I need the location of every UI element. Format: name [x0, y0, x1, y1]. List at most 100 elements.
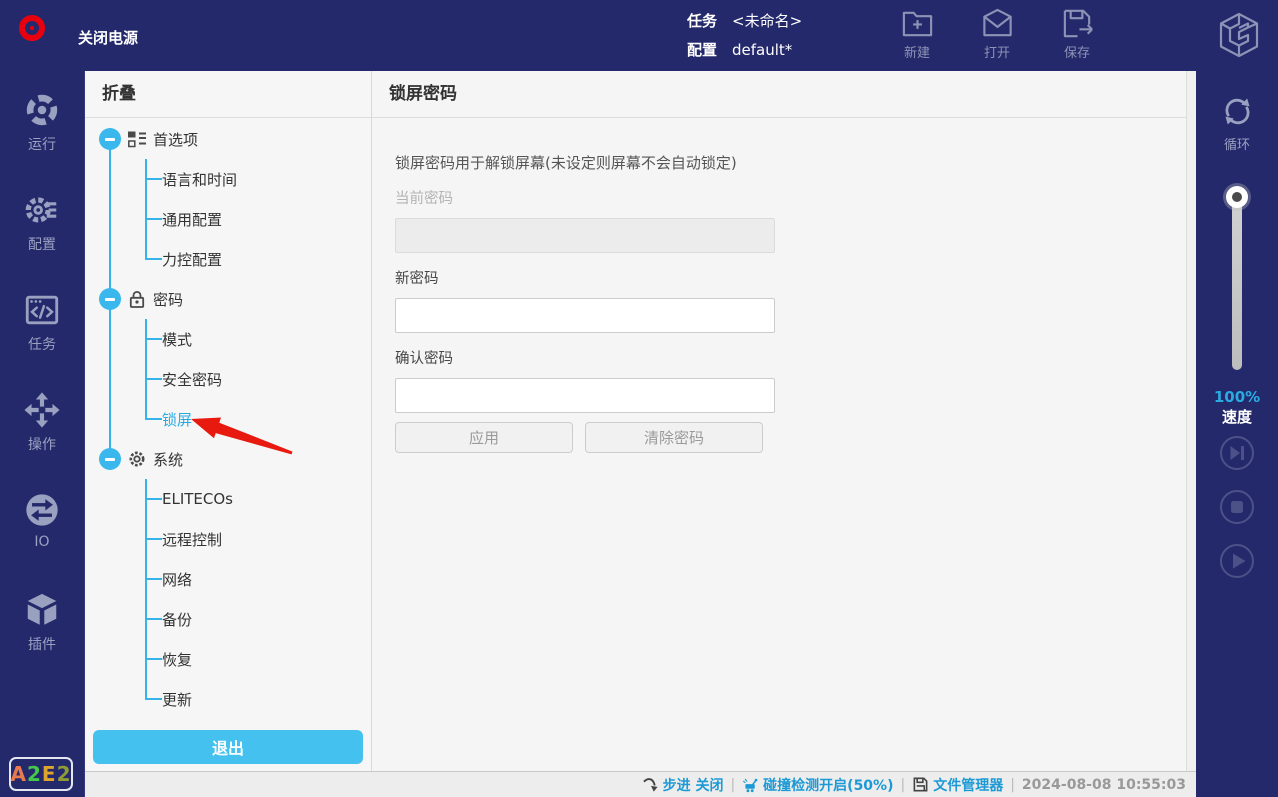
operate-icon	[0, 391, 84, 429]
tree-node-force-config[interactable]: 力控配置	[85, 239, 371, 279]
lock-screen-password-panel: 锁屏密码 锁屏密码用于解锁屏幕(未设定则屏幕不会自动锁定) 当前密码新密码确认密…	[372, 71, 1186, 771]
speed-slider-track[interactable]	[1232, 190, 1242, 370]
power-off-button[interactable]	[19, 15, 45, 41]
task-icon	[0, 291, 84, 329]
speed-slider-thumb[interactable]	[1226, 186, 1248, 208]
panel-body: 锁屏密码用于解锁屏幕(未设定则屏幕不会自动锁定) 当前密码新密码确认密码 应用 …	[372, 118, 1186, 453]
password-form: 当前密码新密码确认密码	[395, 187, 1186, 413]
step-forward-button[interactable]	[1219, 435, 1255, 471]
collision-detection-status[interactable]: 碰撞检测开启(50%)	[742, 775, 893, 795]
tree-node-language-time[interactable]: 语言和时间	[85, 159, 371, 199]
content-row: 折叠 首选项语言和时间通用配置力控配置密码模式安全密码锁屏系统ELITECOs远…	[85, 71, 1196, 771]
loop-icon	[1219, 93, 1256, 130]
status-separator: |	[1010, 777, 1015, 793]
sidebar-item-operate[interactable]: 操作	[0, 391, 84, 454]
clear-password-button[interactable]: 清除密码	[585, 422, 763, 453]
tree-node-update[interactable]: 更新	[85, 679, 371, 719]
play-icon	[1219, 543, 1255, 579]
open-file-icon	[966, 6, 1028, 41]
lock-icon	[127, 289, 147, 309]
open-button[interactable]: 打开	[966, 6, 1028, 61]
tree-node-lock-screen[interactable]: 锁屏	[85, 399, 371, 439]
form-buttons: 应用 清除密码	[395, 422, 1186, 453]
status-separator: |	[730, 777, 735, 793]
status-separator: |	[900, 777, 905, 793]
status-bar: 步进 关闭 | 碰撞检测开启(50%) |	[85, 771, 1196, 797]
power-off-label: 关闭电源	[78, 27, 138, 48]
tree-node-remote-control[interactable]: 远程控制	[85, 519, 371, 559]
io-icon	[0, 491, 84, 529]
sidebar-item-io[interactable]: IO	[0, 491, 84, 550]
tree-node-elitecos[interactable]: ELITECOs	[85, 479, 371, 519]
speed-percentage: 100%	[1196, 387, 1278, 407]
playback-controls	[1196, 435, 1278, 579]
new-password-label: 新密码	[395, 267, 1186, 288]
tree-node-system[interactable]: 系统	[85, 439, 371, 479]
collapse-toggle-icon[interactable]	[99, 128, 121, 150]
tree-node-password[interactable]: 密码	[85, 279, 371, 319]
collapse-toggle-icon[interactable]	[99, 288, 121, 310]
tree-node-restore[interactable]: 恢复	[85, 639, 371, 679]
vertical-scrollbar[interactable]	[1186, 71, 1196, 771]
sidebar-item-config[interactable]: 配置	[0, 191, 84, 254]
config-icon	[0, 191, 84, 229]
left-sidebar: 插件 IO 操作 任务 配置 运行 A2E2	[0, 71, 85, 797]
stop-button[interactable]	[1219, 489, 1255, 525]
loop-mode-button[interactable]: 循环	[1196, 93, 1278, 153]
speed-label: 速度	[1196, 407, 1278, 427]
task-value: <未命名>	[732, 12, 802, 30]
main-row: 插件 IO 操作 任务 配置 运行 A2E2 折叠 首选项语言和时间通用配置力控配置密码模…	[0, 71, 1278, 797]
tree-node-mode[interactable]: 模式	[85, 319, 371, 359]
exit-button[interactable]: 退出	[93, 730, 363, 764]
current-password-label: 当前密码	[395, 187, 1186, 208]
tree-node-preferences[interactable]: 首选项	[85, 119, 371, 159]
app-window: 关闭电源 任务<未命名> 配置default* 新建打开保存 插件IO操作任务配…	[0, 0, 1278, 797]
step-mode-status[interactable]: 步进 关闭	[642, 775, 724, 795]
config-value: default*	[732, 41, 792, 59]
collapse-toggle-icon[interactable]	[99, 448, 121, 470]
new-password-input[interactable]	[395, 298, 775, 333]
sidebar-item-run[interactable]: 运行	[0, 91, 84, 154]
tree-node-backup[interactable]: 备份	[85, 599, 371, 639]
collision-icon	[742, 776, 759, 793]
file-manager-icon	[912, 776, 929, 793]
preferences-icon	[127, 129, 147, 149]
right-sidebar: 循环 100% 速度	[1196, 71, 1278, 797]
sidebar-item-plugin[interactable]: 插件	[0, 591, 84, 654]
settings-tree: 首选项语言和时间通用配置力控配置密码模式安全密码锁屏系统ELITECOs远程控制…	[85, 119, 371, 719]
play-button[interactable]	[1219, 543, 1255, 579]
confirm-password-input[interactable]	[395, 378, 775, 413]
description-text: 锁屏密码用于解锁屏幕(未设定则屏幕不会自动锁定)	[395, 152, 1186, 173]
brand-logo-icon	[1213, 9, 1265, 61]
loop-label: 循环	[1196, 134, 1278, 153]
save-icon	[1046, 6, 1108, 41]
panel-title: 锁屏密码	[372, 71, 1186, 118]
task-row: 任务 <未命名>	[687, 7, 802, 36]
confirm-password-label: 确认密码	[395, 347, 1186, 368]
system-gear-icon	[127, 449, 147, 469]
step-icon	[642, 776, 659, 793]
settings-tree-panel: 折叠 首选项语言和时间通用配置力控配置密码模式安全密码锁屏系统ELITECOs远…	[85, 71, 372, 771]
tree-node-general-config[interactable]: 通用配置	[85, 199, 371, 239]
tree-node-network[interactable]: 网络	[85, 559, 371, 599]
task-label: 任务	[687, 12, 717, 30]
new-button[interactable]: 新建	[886, 6, 948, 61]
plugin-icon	[0, 591, 84, 629]
datetime-display: 2024-08-08 10:55:03	[1022, 777, 1186, 793]
save-button[interactable]: 保存	[1046, 6, 1108, 61]
config-label: 配置	[687, 41, 717, 59]
current-password-input	[395, 218, 775, 253]
tree-collapse-header[interactable]: 折叠	[85, 71, 371, 118]
sidebar-item-task[interactable]: 任务	[0, 291, 84, 354]
stop-icon	[1219, 489, 1255, 525]
center-column: 折叠 首选项语言和时间通用配置力控配置密码模式安全密码锁屏系统ELITECOs远…	[85, 71, 1196, 797]
top-bar: 关闭电源 任务 <未命名> 配置 default* 新建打开保存	[0, 0, 1278, 71]
config-row: 配置 default*	[687, 36, 802, 65]
run-icon	[0, 91, 84, 129]
tree-node-safety-password[interactable]: 安全密码	[85, 359, 371, 399]
skip-forward-icon	[1219, 435, 1255, 471]
a2e2-badge[interactable]: A2E2	[9, 757, 73, 791]
task-config-block: 任务 <未命名> 配置 default*	[687, 7, 802, 65]
apply-button[interactable]: 应用	[395, 422, 573, 453]
file-manager-status[interactable]: 文件管理器	[912, 775, 1003, 795]
